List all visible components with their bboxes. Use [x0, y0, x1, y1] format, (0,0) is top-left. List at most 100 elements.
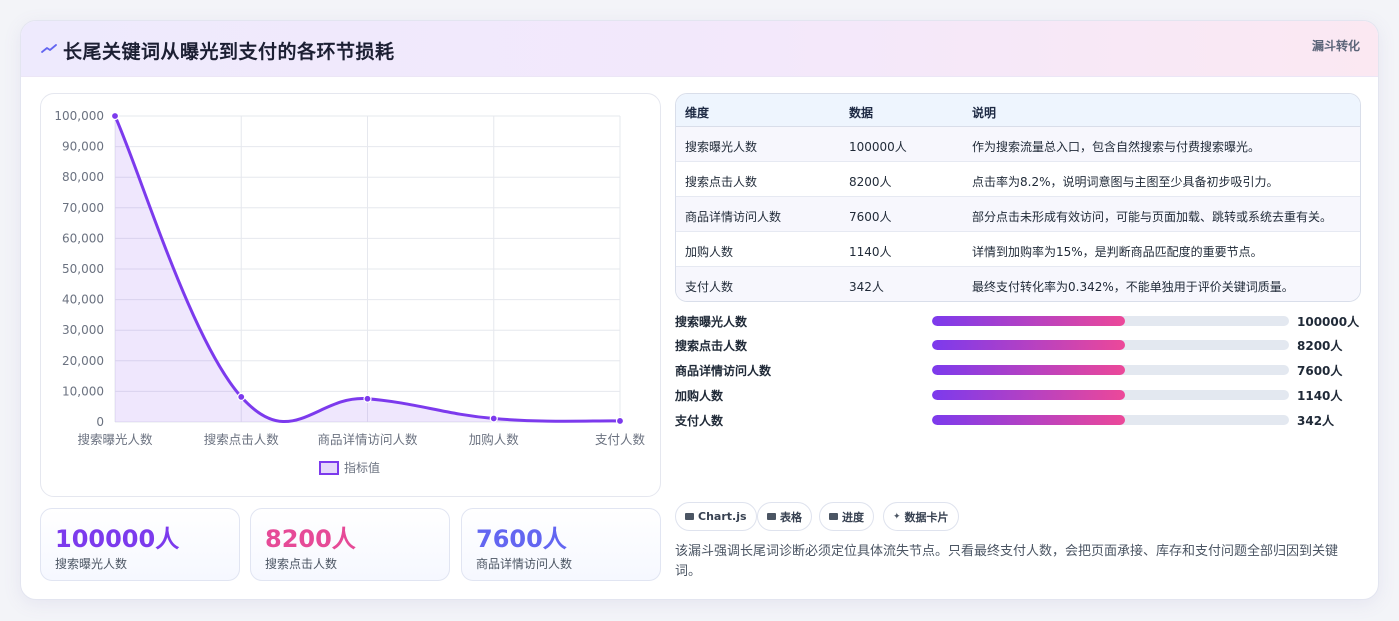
- data-point: [110, 111, 120, 121]
- progress-track: [932, 316, 1289, 326]
- column-header: 维度: [685, 106, 710, 120]
- y-tick-label: 100,000: [54, 109, 104, 123]
- stat-value: 8200人: [265, 525, 356, 553]
- table-cell: 部分点击未形成有效访问，可能与页面加载、跳转或系统去重有关。: [972, 210, 1333, 224]
- stat-label: 商品详情访问人数: [476, 557, 573, 571]
- progress-value: 8200人: [1297, 339, 1343, 353]
- x-tick-label: 搜索点击人数: [204, 432, 280, 447]
- column-header: 说明: [972, 106, 997, 120]
- chip-chartjs[interactable]: Chart.js: [675, 502, 757, 531]
- table-cell: 搜索点击人数: [685, 175, 758, 189]
- sparkle-icon: ✦: [893, 511, 901, 522]
- data-table: 维度 数据 说明 搜索曝光人数 100000人 作为搜索流量总入口，包含自然搜索…: [675, 93, 1361, 302]
- stat-card-detail: 7600人 商品详情访问人数: [461, 508, 661, 581]
- progress-row: 搜索曝光人数 100000人: [675, 311, 1375, 331]
- stat-value: 100000人: [55, 525, 180, 553]
- table-row: 商品详情访问人数 7600人 部分点击未形成有效访问，可能与页面加载、跳转或系统…: [676, 197, 1360, 232]
- page-title: 长尾关键词从曝光到支付的各环节损耗: [63, 41, 395, 63]
- progress-fill: [932, 340, 1125, 350]
- y-tick-label: 90,000: [62, 140, 104, 154]
- table-cell: 最终支付转化率为0.342%，不能单独用于评价关键词质量。: [972, 280, 1294, 294]
- progress-fill: [932, 316, 1125, 326]
- chart-icon: [685, 513, 694, 520]
- progress-fill: [932, 415, 1125, 425]
- column-header: 数据: [849, 106, 874, 120]
- legend-label: 指标值: [344, 460, 380, 475]
- progress-row: 搜索点击人数 8200人: [675, 335, 1375, 355]
- progress-label: 搜索曝光人数: [675, 315, 748, 329]
- stat-card-click: 8200人 搜索点击人数: [250, 508, 450, 581]
- progress-track: [932, 340, 1289, 350]
- legend-swatch: [319, 461, 339, 475]
- table-cell: 8200人: [849, 175, 892, 189]
- chip-table[interactable]: 表格: [757, 502, 812, 531]
- stat-label: 搜索点击人数: [265, 557, 338, 571]
- x-tick-label: 搜索曝光人数: [77, 432, 153, 447]
- table-cell: 点击率为8.2%，说明词意图与主图至少具备初步吸引力。: [972, 175, 1279, 189]
- y-tick-label: 0: [96, 415, 104, 429]
- stat-value: 7600人: [476, 525, 567, 553]
- table-cell: 搜索曝光人数: [685, 140, 758, 154]
- progress-fill: [932, 390, 1125, 400]
- table-cell: 342人: [849, 280, 884, 294]
- progress-track: [932, 415, 1289, 425]
- progress-value: 7600人: [1297, 364, 1343, 378]
- chip-data-card[interactable]: ✦ 数据卡片: [883, 502, 959, 531]
- chip-label: 数据卡片: [904, 510, 949, 524]
- progress-label: 支付人数: [675, 414, 724, 428]
- y-tick-label: 50,000: [62, 262, 104, 276]
- y-tick-label: 30,000: [62, 323, 104, 337]
- y-tick-label: 80,000: [62, 170, 104, 184]
- data-point: [489, 414, 498, 423]
- header-tag: 漏斗转化: [1311, 39, 1360, 53]
- chip-label: Chart.js: [698, 510, 747, 523]
- x-tick-label: 支付人数: [595, 432, 646, 447]
- progress-value: 100000人: [1297, 315, 1360, 329]
- x-tick-label: 商品详情访问人数: [317, 432, 418, 447]
- table-row: 搜索点击人数 8200人 点击率为8.2%，说明词意图与主图至少具备初步吸引力。: [676, 162, 1360, 197]
- progress-value: 342人: [1297, 414, 1335, 428]
- table-cell: 作为搜索流量总入口，包含自然搜索与付费搜索曝光。: [972, 140, 1261, 154]
- table-header: 维度 数据 说明: [676, 94, 1360, 127]
- summary-note: 该漏斗强调长尾词诊断必须定位具体流失节点。只看最终支付人数，会把页面承接、库存和…: [675, 544, 1339, 579]
- chip-label: 进度: [842, 510, 864, 524]
- funnel-card: 长尾关键词从曝光到支付的各环节损耗 漏斗转化 0 10,000 20,000 30,0…: [20, 20, 1379, 600]
- data-point: [615, 416, 625, 426]
- table-cell: 1140人: [849, 245, 892, 259]
- card-header: 长尾关键词从曝光到支付的各环节损耗 漏斗转化: [21, 21, 1378, 77]
- stat-card-exposure: 100000人 搜索曝光人数: [40, 508, 240, 581]
- progress-row: 支付人数 342人: [675, 410, 1375, 430]
- data-point: [363, 394, 372, 403]
- table-cell: 支付人数: [685, 280, 734, 294]
- progress-value: 1140人: [1297, 389, 1343, 403]
- progress-label: 搜索点击人数: [675, 339, 748, 353]
- table-cell: 商品详情访问人数: [685, 210, 782, 224]
- y-tick-label: 10,000: [62, 384, 104, 398]
- progress-label: 加购人数: [675, 389, 724, 403]
- y-tick-label: 70,000: [62, 201, 104, 215]
- progress-row: 商品详情访问人数 7600人: [675, 360, 1375, 380]
- y-tick-label: 60,000: [62, 231, 104, 245]
- x-tick-label: 加购人数: [469, 432, 520, 447]
- chip-label: 表格: [780, 510, 802, 524]
- progress-icon: [829, 513, 838, 520]
- trend-line-icon: [41, 44, 57, 53]
- table-row: 加购人数 1140人 详情到加购率为15%，是判断商品匹配度的重要节点。: [676, 232, 1360, 267]
- progress-track: [932, 390, 1289, 400]
- table-row: 支付人数 342人 最终支付转化率为0.342%，不能单独用于评价关键词质量。: [676, 267, 1360, 301]
- table-icon: [767, 513, 776, 520]
- progress-track: [932, 365, 1289, 375]
- y-tick-label: 40,000: [62, 293, 104, 307]
- y-tick-label: 20,000: [62, 354, 104, 368]
- table-cell: 详情到加购率为15%，是判断商品匹配度的重要节点。: [972, 245, 1263, 259]
- progress-fill: [932, 365, 1125, 375]
- table-cell: 加购人数: [685, 245, 734, 259]
- line-chart: 0 10,000 20,000 30,000 40,000 50,000 60,000 70,…: [54, 109, 646, 475]
- table-cell: 7600人: [849, 210, 892, 224]
- progress-row: 加购人数 1140人: [675, 385, 1375, 405]
- line-chart-panel: 0 10,000 20,000 30,000 40,000 50,000 60,000 70,…: [40, 93, 661, 497]
- chip-progress[interactable]: 进度: [819, 502, 874, 531]
- data-point: [237, 392, 246, 402]
- table-cell: 100000人: [849, 140, 907, 154]
- progress-label: 商品详情访问人数: [675, 364, 772, 378]
